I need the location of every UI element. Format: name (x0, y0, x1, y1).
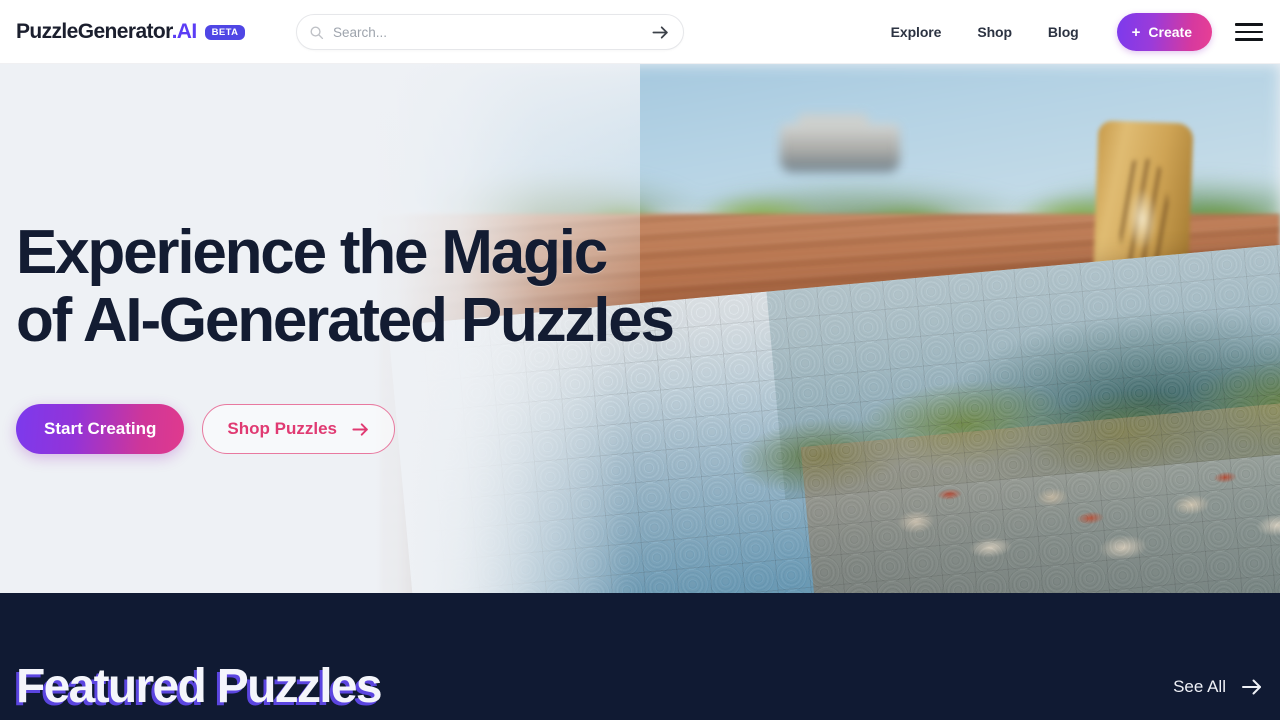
hero-content: Experience the Magic of AI-Generated Puz… (16, 222, 675, 454)
beta-badge: BETA (204, 24, 246, 41)
arrow-right-icon (1242, 679, 1261, 694)
nav-link-shop[interactable]: Shop (959, 24, 1030, 40)
site-header: PuzzleGenerator.AI BETA Explore Shop Blo… (0, 0, 1280, 64)
featured-section-title: Featured Puzzles (16, 660, 383, 713)
shop-puzzles-button[interactable]: Shop Puzzles (202, 404, 395, 454)
create-button-label: Create (1148, 24, 1192, 40)
arrow-right-icon (652, 25, 668, 39)
nav-link-explore[interactable]: Explore (873, 24, 960, 40)
logo-text: PuzzleGenerator.AI (16, 20, 197, 44)
search-icon (310, 26, 324, 39)
hero-title-line-2: of AI-Generated Puzzles (16, 286, 675, 355)
hamburger-bar (1235, 30, 1263, 34)
featured-puzzles-section: Featured Puzzles See All (0, 593, 1280, 720)
plus-icon: + (1131, 23, 1141, 41)
see-all-link[interactable]: See All (1173, 675, 1264, 699)
search-bar[interactable] (296, 14, 684, 50)
start-creating-button[interactable]: Start Creating (16, 404, 185, 454)
arrow-right-icon (352, 422, 368, 436)
hero-cta-group: Start Creating Shop Puzzles (16, 404, 673, 454)
shop-puzzles-label: Shop Puzzles (227, 419, 337, 438)
main-navigation: Explore Shop Blog + Create (873, 0, 1212, 64)
create-button[interactable]: + Create (1116, 13, 1212, 51)
hamburger-menu-icon[interactable] (1235, 21, 1263, 43)
hero-section: Experience the Magic of AI-Generated Puz… (0, 64, 1280, 593)
logo-suffix: .AI (171, 19, 198, 43)
search-submit-button[interactable] (647, 19, 673, 45)
hero-title: Experience the Magic of AI-Generated Puz… (16, 222, 675, 355)
see-all-label: See All (1173, 676, 1226, 696)
nav-link-blog[interactable]: Blog (1030, 24, 1097, 40)
logo-name: PuzzleGenerator (16, 19, 172, 43)
logo[interactable]: PuzzleGenerator.AI BETA (16, 20, 246, 44)
hamburger-bar (1235, 38, 1263, 41)
hero-title-line-1: Experience the Magic (16, 218, 608, 287)
search-input[interactable] (333, 24, 647, 40)
featured-header-row: Featured Puzzles See All (16, 593, 1264, 720)
hamburger-bar (1235, 23, 1263, 26)
